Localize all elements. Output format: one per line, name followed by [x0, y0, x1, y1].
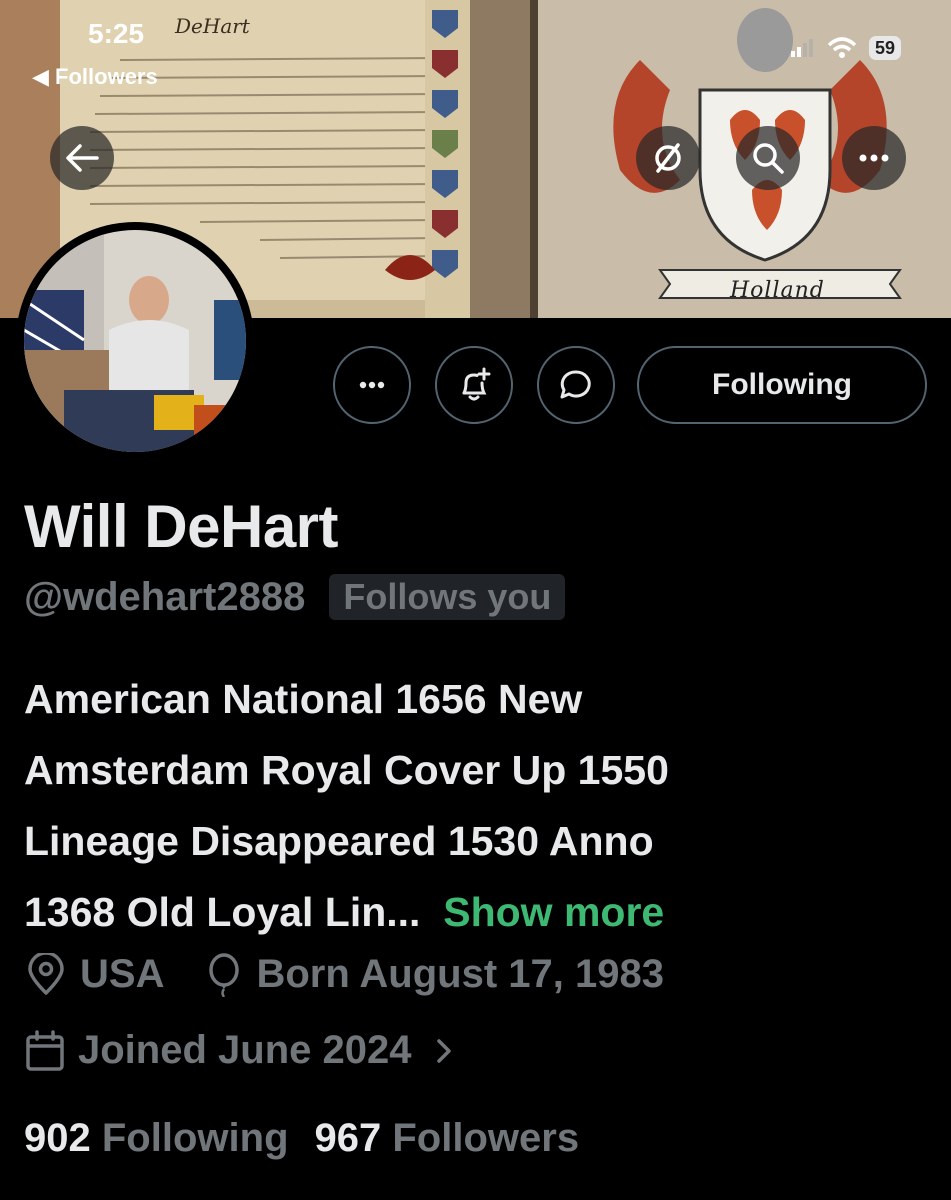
follow-stats: 902 Following 967 Followers [24, 1116, 579, 1161]
calendar-icon [26, 1029, 64, 1071]
bio-line-text: 1368 Old Loyal Lin... [24, 889, 421, 935]
bio-line-last: 1368 Old Loyal Lin... Show more [24, 877, 929, 948]
search-icon [753, 143, 784, 174]
joined-row: Joined June 2024 [24, 1028, 455, 1073]
search-button[interactable] [736, 126, 800, 190]
followers-stat[interactable]: 967 Followers [315, 1116, 580, 1161]
joined-item: Joined June 2024 [24, 1028, 455, 1073]
joined-text: Joined June 2024 [78, 1028, 412, 1072]
followers-count: 967 [314, 1116, 382, 1160]
bio-line: Amsterdam Royal Cover Up 1550 [24, 747, 669, 793]
message-button[interactable] [537, 346, 615, 424]
following-count: 902 [24, 1116, 91, 1160]
followers-label: Followers [392, 1116, 580, 1160]
profile-handle: @wdehart2888 [24, 574, 306, 619]
profile-name: Will DeHart [24, 493, 339, 560]
back-triangle-icon: ◀ [32, 64, 49, 89]
bio-line: American National 1656 New [24, 676, 583, 722]
more-options-button[interactable] [842, 126, 906, 190]
status-time: 5:25 [88, 18, 145, 49]
more-actions-button[interactable] [333, 346, 411, 424]
signal-icon [790, 39, 813, 57]
message-bubble-icon [560, 370, 591, 399]
notifications-button[interactable] [435, 346, 513, 424]
battery-indicator: 59 [868, 36, 901, 60]
location-pin-icon [28, 952, 64, 995]
bell-plus-icon [462, 367, 491, 401]
following-label: Following [101, 1116, 289, 1160]
banner-crest-label: Holland [730, 278, 825, 303]
mute-icon [655, 143, 681, 173]
status-back-label: Followers [55, 64, 158, 89]
location-item: USA [24, 952, 164, 997]
handle-row: @wdehart2888 Follows you [24, 574, 566, 620]
status-back-link[interactable]: ◀ Followers [32, 64, 158, 90]
chevron-right-icon[interactable] [433, 1037, 455, 1065]
arrow-left-icon [66, 144, 99, 172]
location-text: USA [80, 952, 165, 996]
following-button[interactable]: Following [637, 346, 927, 424]
wifi-icon [827, 37, 857, 58]
more-icon [859, 154, 889, 162]
banner-scroll-title: DeHart [175, 14, 250, 38]
profile-meta-row: USA Born August 17, 1983 [24, 952, 664, 997]
following-stat[interactable]: 902 Following [24, 1116, 289, 1161]
balloon-icon [209, 952, 240, 997]
show-more-link[interactable]: Show more [443, 889, 664, 935]
avatar-image [24, 230, 246, 452]
follows-you-badge: Follows you [329, 574, 566, 620]
back-button[interactable] [50, 126, 114, 190]
profile-avatar[interactable] [16, 222, 254, 460]
more-icon [359, 381, 385, 389]
profile-bio: American National 1656 New Amsterdam Roy… [24, 664, 929, 948]
bio-line: Lineage Disappeared 1530 Anno [24, 818, 654, 864]
mute-button[interactable] [636, 126, 700, 190]
birthday-text: Born August 17, 1983 [256, 952, 664, 996]
birthday-item: Born August 17, 1983 [204, 952, 664, 997]
status-icons: 59 [790, 36, 901, 60]
